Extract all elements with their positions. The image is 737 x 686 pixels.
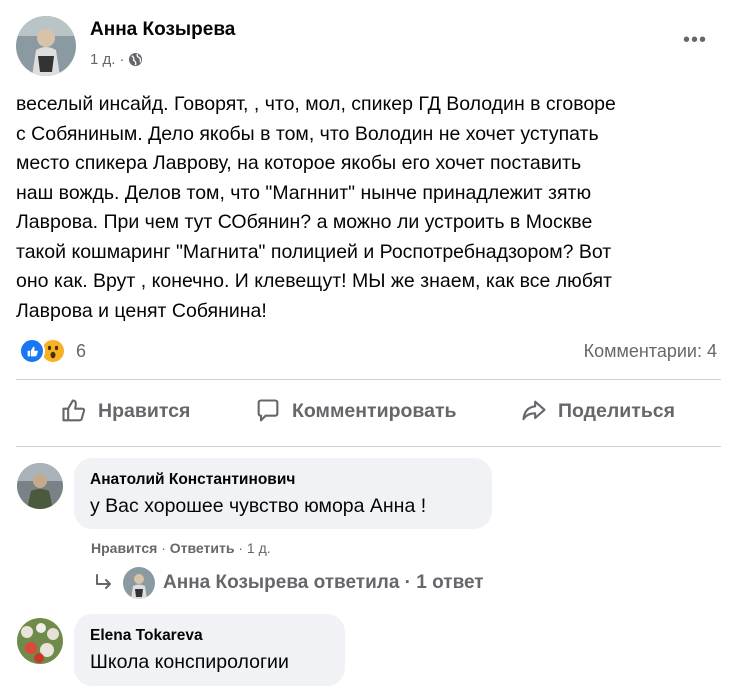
author-name[interactable]: Анна Козырева: [90, 19, 235, 41]
author-avatar[interactable]: [16, 16, 76, 76]
reply-author-avatar: [123, 567, 155, 599]
separator: ·: [238, 540, 244, 556]
thumbs-up-icon: [62, 399, 86, 422]
divider: [16, 446, 721, 447]
comment-button[interactable]: Комментировать: [254, 397, 457, 425]
globe-icon: [128, 52, 143, 67]
comment-count[interactable]: Комментарии: 4: [584, 341, 717, 362]
comment-reply-button[interactable]: Ответить: [170, 540, 235, 556]
comment-like-button[interactable]: Нравится: [91, 540, 157, 556]
separator: ·: [161, 540, 166, 556]
comment-text: у Вас хорошее чувство юмора Анна !: [90, 495, 427, 517]
comment-text: Школа конспирологии: [90, 651, 289, 673]
comment-bubble: Анатолий Константинович у Вас хорошее чу…: [74, 458, 492, 529]
comment-label: Комментировать: [292, 399, 457, 422]
post-time[interactable]: 1 д.: [90, 51, 115, 68]
comment-time[interactable]: 1 д.: [247, 540, 271, 556]
reaction-count: 6: [76, 340, 87, 361]
divider: [16, 379, 721, 380]
meta-separator: ·: [119, 51, 125, 68]
like-reaction-icon: [19, 338, 45, 364]
post-text: веселый инсайд. Говорят, , что, мол, спи…: [16, 93, 616, 322]
comment-author[interactable]: Elena Tokareva: [90, 627, 329, 645]
commenter-avatar[interactable]: [17, 463, 63, 509]
share-button[interactable]: Поделиться: [520, 397, 675, 425]
share-label: Поделиться: [558, 399, 676, 422]
post-meta: 1 д. ·: [90, 51, 143, 68]
share-icon: [522, 400, 546, 421]
view-replies-link[interactable]: Анна Козырева ответила · 1 ответ: [93, 567, 484, 599]
comment-bubble: Elena Tokareva Школа конспирологии: [74, 614, 345, 686]
reply-arrow-icon: [96, 574, 111, 589]
commenter-avatar[interactable]: [17, 618, 63, 664]
reactions-summary[interactable]: 6: [19, 338, 86, 364]
reply-summary: Анна Козырева ответила · 1 ответ: [163, 572, 484, 593]
comment-actions: Нравится · Ответить · 1 д.: [91, 540, 271, 556]
comment-author[interactable]: Анатолий Константинович: [90, 471, 476, 489]
like-label: Нравится: [98, 399, 191, 422]
like-button[interactable]: Нравится: [60, 397, 190, 425]
more-icon[interactable]: •••: [683, 30, 707, 50]
comment-icon: [257, 399, 279, 422]
